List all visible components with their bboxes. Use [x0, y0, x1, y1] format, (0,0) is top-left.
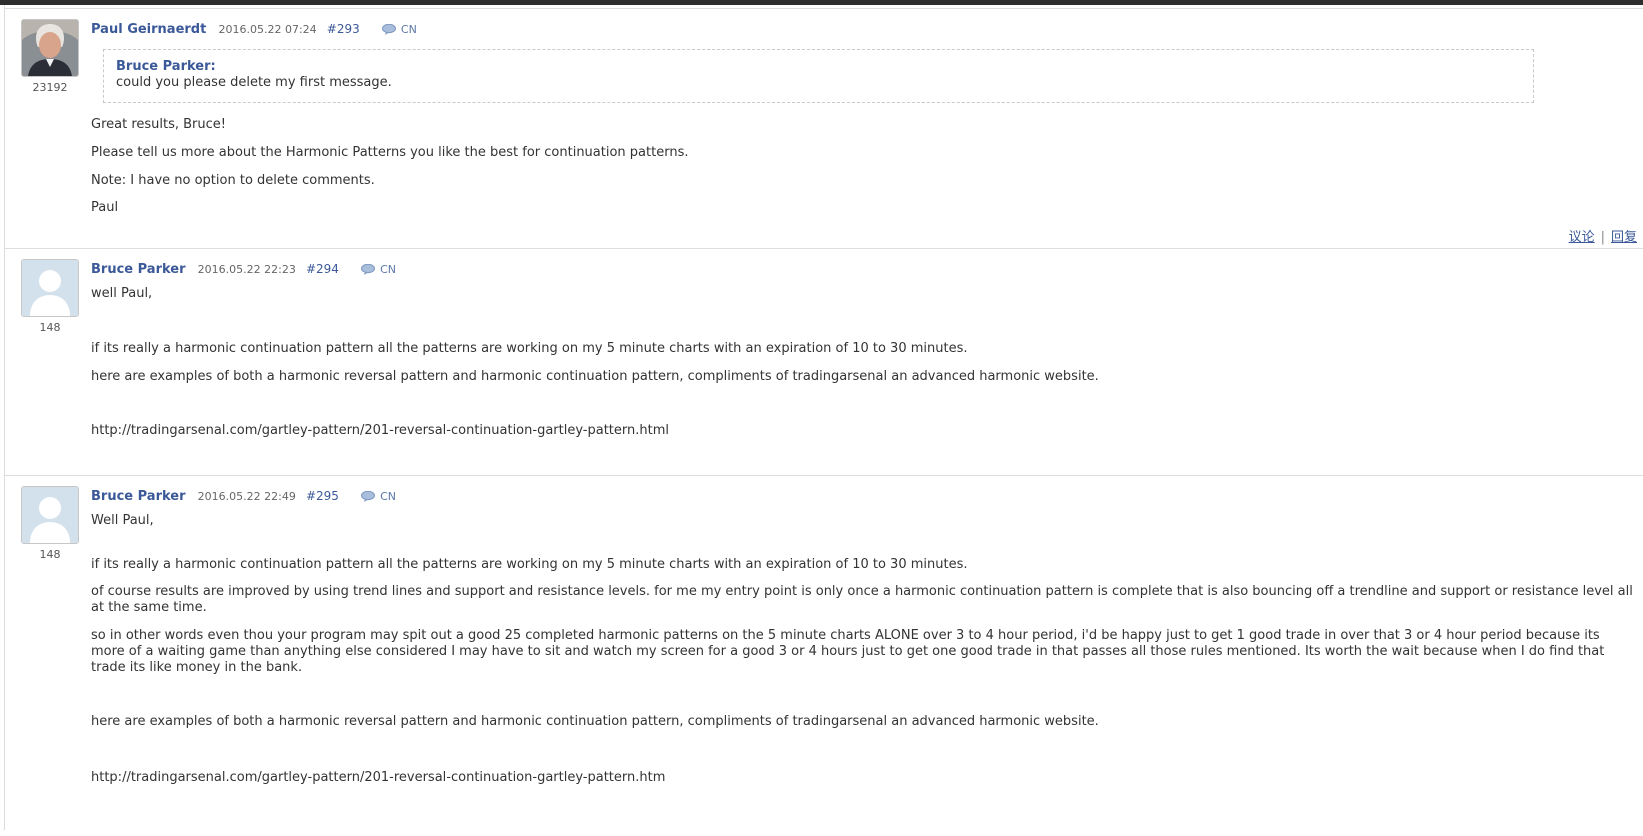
comment-paragraph: http://tradingarsenal.com/gartley-patter…: [91, 423, 1633, 439]
quote-block: Bruce Parker: could you please delete my…: [103, 49, 1534, 103]
default-avatar-icon: [22, 487, 78, 543]
comment-293: 23192 Paul Geirnaerdt 2016.05.22 07:24 #…: [5, 8, 1643, 253]
comment-294: 148 Bruce Parker 2016.05.22 22:23 #294 C…: [5, 248, 1643, 477]
author-column: 23192: [21, 19, 79, 94]
comment-paragraph: Well Paul,: [91, 513, 154, 528]
comment-295: 148 Bruce Parker 2016.05.22 22:49 #295 C…: [5, 475, 1643, 836]
comment-body: Bruce Parker 2016.05.22 22:49 #295 CN We…: [91, 487, 1633, 786]
avatar[interactable]: [21, 19, 79, 77]
avatar[interactable]: [21, 486, 79, 544]
speech-bubble-icon: [361, 490, 376, 502]
lang-label: CN: [400, 23, 417, 36]
lang-label: CN: [380, 263, 397, 276]
comment-meta: Paul Geirnaerdt 2016.05.22 07:24 #293 CN: [91, 20, 1633, 38]
comment-date: 2016.05.22 22:49: [197, 490, 296, 503]
discuss-link[interactable]: 议论: [1569, 230, 1595, 245]
avatar[interactable]: [21, 259, 79, 317]
avatar-count: 23192: [32, 81, 68, 94]
translate-button[interactable]: CN: [381, 23, 417, 36]
comment-paragraph: if its really a harmonic continuation pa…: [91, 341, 968, 356]
quote-text: could you please delete my first message…: [116, 75, 392, 90]
comment-paragraph: here are examples of both a harmonic rev…: [91, 714, 1099, 729]
comment-body: Paul Geirnaerdt 2016.05.22 07:24 #293 CN…: [91, 20, 1633, 216]
comment-paragraph: so in other words even thou your program…: [91, 628, 1605, 675]
comment-date: 2016.05.22 22:23: [197, 263, 296, 276]
comment-actions: 议论 | 回复: [1569, 226, 1637, 245]
comment-number[interactable]: #293: [327, 22, 360, 36]
top-bar: [0, 0, 1643, 5]
author-name[interactable]: Bruce Parker: [91, 489, 186, 504]
comment-paragraph: here are examples of both a harmonic rev…: [91, 369, 1099, 384]
comment-number[interactable]: #295: [306, 489, 339, 503]
comment-paragraph: Note: I have no option to delete comment…: [91, 173, 375, 188]
comment-date: 2016.05.22 07:24: [218, 23, 317, 36]
author-name[interactable]: Paul Geirnaerdt: [91, 22, 206, 37]
speech-bubble-icon: [381, 23, 396, 35]
comment-paragraph: of course results are improved by using …: [91, 584, 1633, 615]
action-separator: |: [1600, 230, 1605, 245]
translate-button[interactable]: CN: [361, 490, 396, 503]
translate-button[interactable]: CN: [361, 263, 396, 276]
comment-paragraph: Great results, Bruce!: [91, 117, 227, 132]
comment-paragraph: Paul: [91, 200, 119, 215]
comment-number[interactable]: #294: [306, 262, 339, 276]
default-avatar-icon: [22, 260, 78, 316]
external-link[interactable]: http://tradingarsenal.com/gartley-patter…: [91, 423, 669, 438]
avatar-count: 148: [39, 548, 61, 561]
comment-paragraph: well Paul,: [91, 286, 153, 301]
comment-paragraph: Please tell us more about the Harmonic P…: [91, 145, 689, 160]
lang-label: CN: [380, 490, 397, 503]
external-link[interactable]: http://tradingarsenal.com/gartley-patter…: [91, 770, 665, 785]
author-column: 148: [21, 259, 79, 334]
reply-link[interactable]: 回复: [1611, 230, 1637, 245]
user-photo-icon: [22, 20, 78, 76]
author-column: 148: [21, 486, 79, 561]
comment-paragraph: http://tradingarsenal.com/gartley-patter…: [91, 770, 1633, 786]
avatar-count: 148: [39, 321, 61, 334]
speech-bubble-icon: [361, 263, 376, 275]
quote-author: Bruce Parker:: [116, 59, 216, 74]
author-name[interactable]: Bruce Parker: [91, 262, 186, 277]
comment-paragraph: if its really a harmonic continuation pa…: [91, 557, 968, 572]
comment-meta: Bruce Parker 2016.05.22 22:23 #294 CN: [91, 260, 1633, 278]
comment-body: Bruce Parker 2016.05.22 22:23 #294 CN we…: [91, 260, 1633, 439]
comment-meta: Bruce Parker 2016.05.22 22:49 #295 CN: [91, 487, 1633, 505]
